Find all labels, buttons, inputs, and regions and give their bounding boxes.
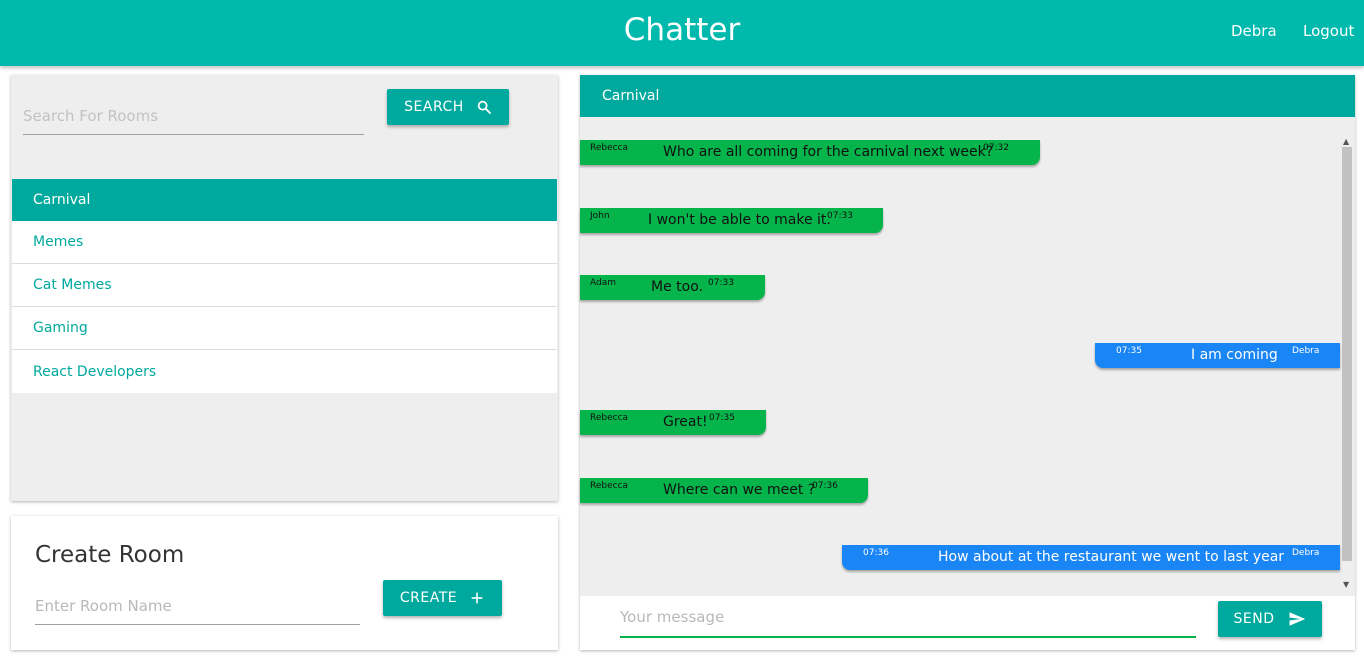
room-name-input[interactable] — [35, 587, 360, 625]
room-item[interactable]: Gaming — [12, 307, 557, 350]
message-time: 07:36 — [812, 481, 838, 491]
message-text: I am coming — [1191, 347, 1278, 363]
search-rooms-input[interactable] — [23, 97, 364, 135]
search-button[interactable]: SEARCH — [387, 89, 509, 125]
room-item[interactable]: Cat Memes — [12, 264, 557, 307]
user-name-link[interactable]: Debra — [1231, 22, 1277, 40]
message-composer: SEND — [580, 596, 1355, 650]
send-icon — [1289, 612, 1305, 626]
message-time: 07:35 — [709, 413, 735, 423]
incoming-message-bubble: Rebecca Where can we meet ? 07:36 — [580, 478, 868, 503]
outgoing-message-bubble: Debra How about at the restaurant we went… — [842, 545, 1340, 570]
message-time: 07:36 — [863, 548, 889, 558]
message-text: Where can we meet ? — [663, 482, 816, 498]
create-button-label: CREATE — [399, 590, 458, 606]
app-title: Chatter — [623, 12, 741, 48]
message-list[interactable]: Rebecca Who are all coming for the carniv… — [580, 135, 1340, 591]
create-room-card: Create Room CREATE — [11, 516, 558, 650]
logout-link[interactable]: Logout — [1303, 22, 1354, 40]
room-item[interactable]: React Developers — [12, 350, 557, 393]
chat-room-title: Carnival — [580, 75, 1355, 117]
incoming-message-bubble: Adam Me too. 07:33 — [580, 275, 765, 300]
send-button-label: SEND — [1233, 611, 1275, 627]
message-time: 07:32 — [983, 143, 1009, 153]
message-text: Me too. — [651, 279, 703, 295]
outgoing-message-bubble: Debra I am coming 07:35 — [1095, 343, 1340, 368]
plus-icon — [471, 592, 483, 604]
message-time: 07:33 — [827, 211, 853, 221]
room-item[interactable]: Carnival — [12, 179, 557, 221]
message-sender: Rebecca — [590, 143, 629, 153]
message-text: Great! — [663, 414, 708, 430]
message-sender: Rebecca — [590, 413, 629, 423]
create-room-title: Create Room — [35, 542, 185, 568]
room-list: Carnival Memes Cat Memes Gaming React Develo… — [12, 179, 557, 393]
chat-panel: Carnival Rebecca Who are all coming for t… — [580, 75, 1355, 650]
search-icon — [477, 100, 491, 114]
message-text: I won't be able to make it. — [648, 212, 831, 228]
scroll-thumb[interactable] — [1342, 147, 1352, 561]
incoming-message-bubble: Rebecca Great! 07:35 — [580, 410, 766, 435]
message-scrollbar[interactable]: ▲ ▼ — [1340, 135, 1355, 591]
incoming-message-bubble: Rebecca Who are all coming for the carniv… — [580, 140, 1040, 165]
message-input[interactable] — [620, 598, 1196, 638]
message-sender: Debra — [1292, 346, 1320, 356]
app-bar: Chatter Debra Logout — [0, 0, 1364, 66]
search-button-label: SEARCH — [404, 99, 464, 115]
message-sender: Rebecca — [590, 481, 629, 491]
message-time: 07:35 — [1116, 346, 1142, 356]
message-sender: Adam — [590, 278, 616, 288]
message-sender: John — [590, 211, 610, 221]
message-text: Who are all coming for the carnival next… — [663, 144, 994, 160]
message-sender: Debra — [1292, 548, 1320, 558]
room-list-panel: SEARCH CarnivalMemesCat MemesGamingReact… — [11, 75, 558, 501]
scroll-down-arrow-icon[interactable]: ▼ — [1343, 580, 1349, 589]
message-time: 07:33 — [708, 278, 734, 288]
room-item[interactable]: Memes — [12, 221, 557, 264]
scroll-up-arrow-icon[interactable]: ▲ — [1343, 137, 1349, 146]
incoming-message-bubble: John I won't be able to make it. 07:33 — [580, 208, 883, 233]
create-button[interactable]: CREATE — [383, 580, 502, 616]
send-button[interactable]: SEND — [1218, 601, 1322, 637]
message-text: How about at the restaurant we went to l… — [938, 549, 1285, 565]
